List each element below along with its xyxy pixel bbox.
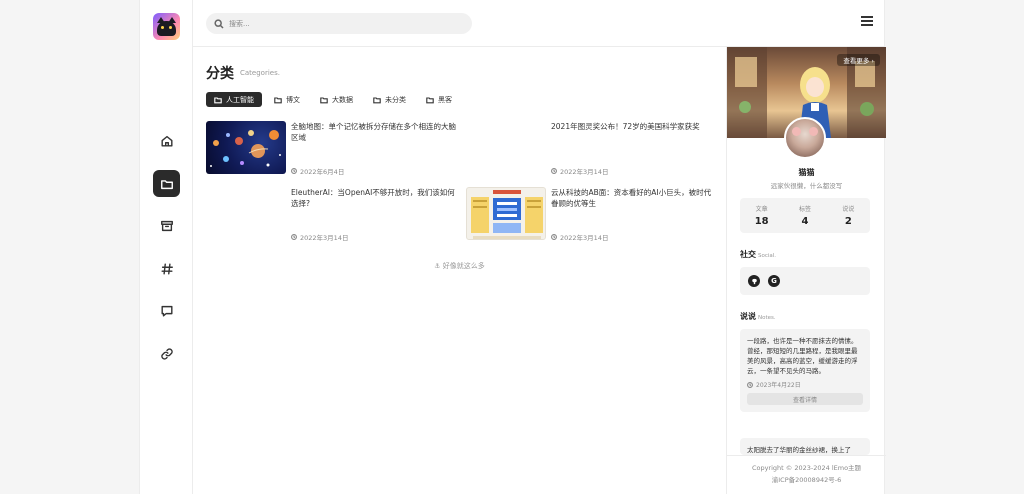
notes-heading: 说说 Notes. (740, 312, 776, 321)
category-tab-uncategorized[interactable]: 未分类 (365, 92, 414, 107)
clock-icon (291, 234, 297, 240)
note-text: 一段路，也许是一种不愿抹去的情愫。曾经，那短短的几里路程，是我眼里最美的风景，高… (747, 337, 858, 375)
social-links: G (740, 267, 870, 295)
link-icon[interactable] (153, 340, 180, 367)
category-tab-bigdata[interactable]: 大数据 (312, 92, 361, 107)
logo[interactable] (153, 13, 180, 40)
clock-icon (551, 168, 557, 174)
page-title: 分类 (206, 66, 234, 82)
app-frame: 分类 Categories. 人工智能 博文 大数据 未分类 黑客 (139, 0, 886, 494)
post-thumbnail[interactable] (466, 187, 546, 240)
g-icon[interactable]: G (768, 275, 780, 287)
home-icon[interactable] (153, 127, 180, 154)
category-tab-blog[interactable]: 博文 (266, 92, 308, 107)
folder-icon[interactable] (153, 170, 180, 197)
stat-tags[interactable]: 标签 4 (783, 198, 826, 233)
post-card[interactable]: EleutherAI：当OpenAI不够开放时，我们该如何选择? 2022年3月… (206, 187, 456, 243)
footer: Copyright © 2023-2024 lEmo主题 渝ICP备200089… (727, 455, 886, 494)
view-detail-button[interactable]: 查看详情 (747, 393, 863, 405)
post-thumbnail[interactable] (206, 121, 286, 174)
top-bar (193, 0, 885, 47)
view-more-button[interactable]: 查看更多 › (837, 54, 880, 66)
post-date: 2022年3月14日 (551, 232, 608, 242)
end-of-list-text: ⚓ 好像就这么多 (434, 262, 485, 270)
post-card[interactable]: 2021年图灵奖公布！72岁的美国科学家获奖 2022年3月14日 (466, 121, 716, 177)
note-date: 2023年4月22日 (747, 380, 863, 389)
folder-icon (426, 96, 434, 103)
search-input[interactable] (229, 19, 449, 28)
post-title[interactable]: EleutherAI：当OpenAI不够开放时，我们该如何选择? (291, 187, 456, 209)
avatar[interactable] (784, 117, 826, 159)
github-icon[interactable] (748, 275, 760, 287)
post-title[interactable]: 云从科技的AB面：资本看好的AI小巨头，被时代眷顾的优等生 (551, 187, 716, 209)
stat-notes[interactable]: 说说 2 (827, 198, 870, 233)
hamburger-menu-icon[interactable] (861, 16, 873, 26)
page-subtitle: Categories. (240, 69, 280, 77)
folder-icon (214, 96, 222, 103)
social-heading: 社交 Social. (740, 250, 777, 259)
cat-logo-icon (157, 17, 176, 36)
left-rail (140, 0, 193, 494)
clock-icon (291, 168, 297, 174)
clock-icon (747, 381, 753, 388)
right-sidebar: 查看更多 › 猫猫 远家伙很懒，什么都没写 文章 18 标签 4 说说 2 社交… (726, 47, 886, 494)
folder-icon (320, 96, 328, 103)
user-bio: 远家伙很懒，什么都没写 (770, 182, 843, 190)
category-tab-hacker[interactable]: 黑客 (418, 92, 460, 107)
post-date: 2022年3月14日 (291, 232, 348, 242)
post-title[interactable]: 全脑地图：单个记忆被拆分存储在多个相连的大脑区域 (291, 121, 456, 143)
stat-articles[interactable]: 文章 18 (740, 198, 783, 233)
archive-icon[interactable] (153, 212, 180, 239)
icp-text[interactable]: 渝ICP备20008942号-6 (727, 474, 886, 486)
post-date: 2022年6月4日 (291, 166, 344, 176)
note-card: 太阳脱去了华丽的金丝纱裙，换上了 (740, 438, 870, 455)
folder-icon (373, 96, 381, 103)
main-content: 分类 Categories. 人工智能 博文 大数据 未分类 黑客 全脑地图：单… (193, 47, 726, 494)
post-date: 2022年3月14日 (551, 166, 608, 176)
folder-icon (274, 96, 282, 103)
note-text: 太阳脱去了华丽的金丝纱裙，换上了 (747, 446, 851, 454)
clock-icon (551, 234, 557, 240)
note-card: 一段路，也许是一种不愿抹去的情愫。曾经，那短短的几里路程，是我眼里最美的风景，高… (740, 329, 870, 412)
post-card[interactable]: 全脑地图：单个记忆被拆分存储在多个相连的大脑区域 2022年6月4日 (206, 121, 456, 177)
username: 猫猫 (798, 168, 815, 177)
message-icon[interactable] (153, 297, 180, 324)
category-tabs: 人工智能 博文 大数据 未分类 黑客 (206, 92, 460, 107)
search-icon (214, 18, 224, 29)
post-title[interactable]: 2021年图灵奖公布！72岁的美国科学家获奖 (551, 121, 716, 132)
search-box[interactable] (206, 13, 472, 34)
stats-panel: 文章 18 标签 4 说说 2 (740, 198, 870, 233)
hashtag-icon[interactable] (153, 255, 180, 282)
copyright-text: Copyright © 2023-2024 lEmo主题 (751, 464, 862, 472)
category-tab-ai[interactable]: 人工智能 (206, 92, 262, 107)
post-card[interactable]: 云从科技的AB面：资本看好的AI小巨头，被时代眷顾的优等生 2022年3月14日 (466, 187, 716, 243)
